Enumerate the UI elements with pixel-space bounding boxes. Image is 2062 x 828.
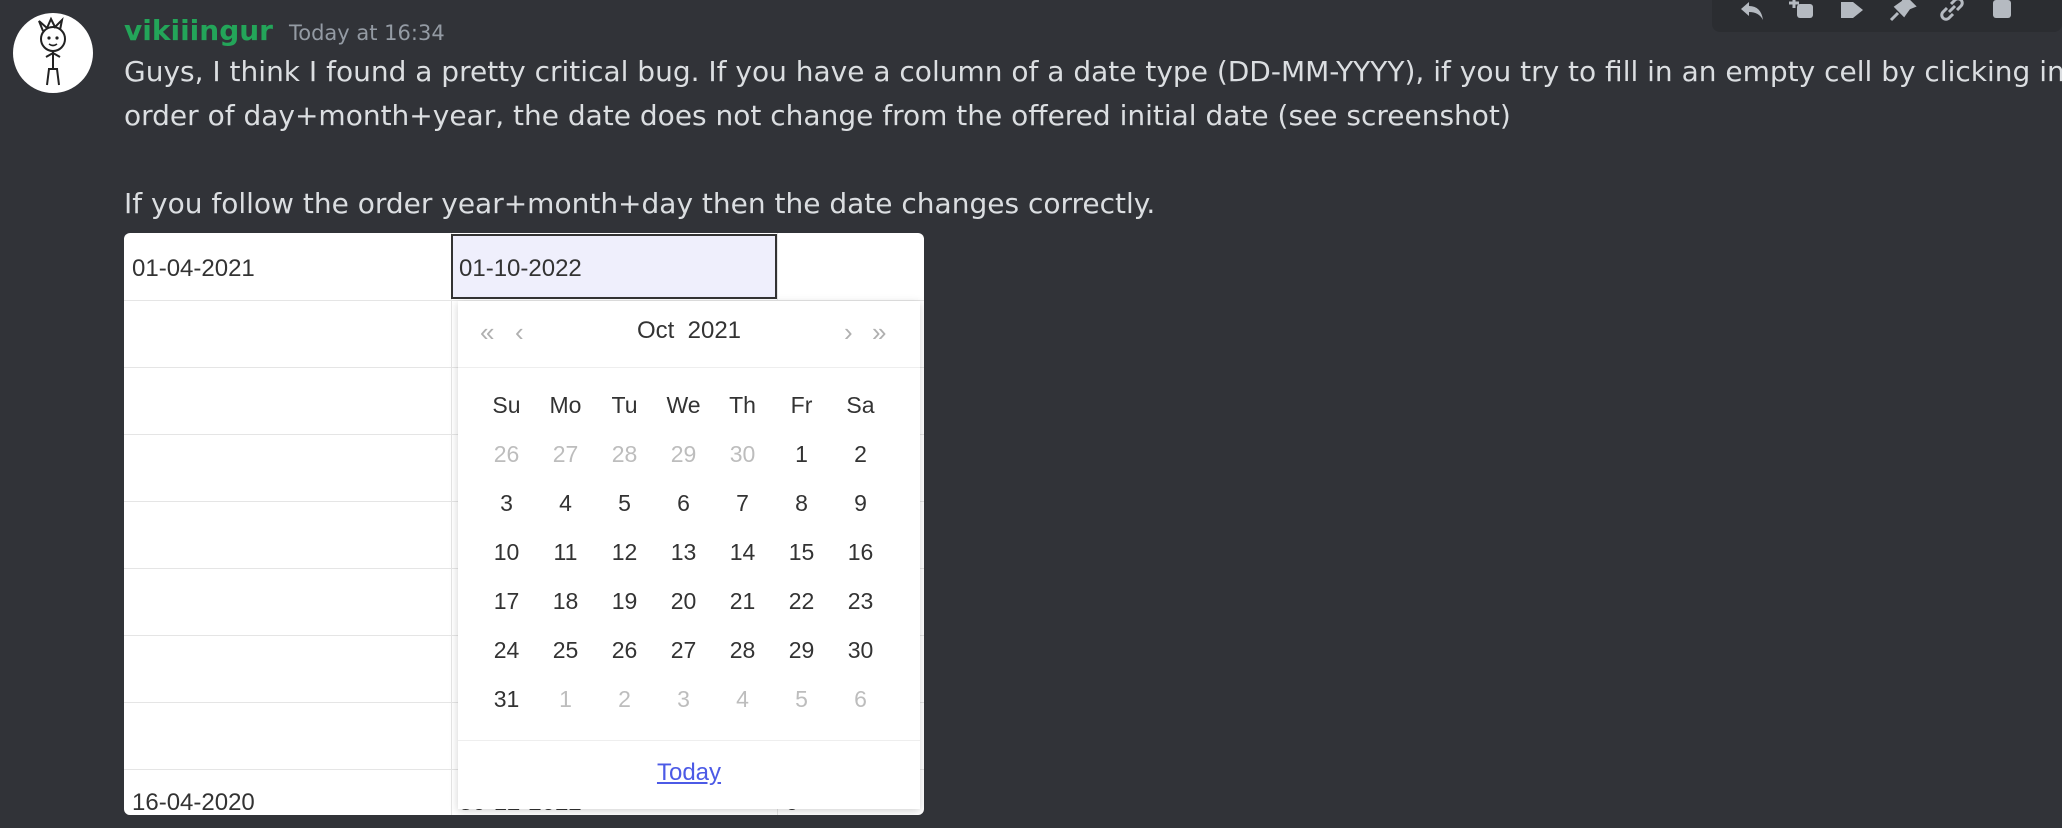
weekday-header: Sa (846, 392, 875, 418)
message-text-line-3: If you follow the order year+month+day t… (124, 187, 1156, 220)
calendar-day: 6 (677, 490, 690, 516)
pin-icon[interactable] (1884, 0, 1920, 27)
reply-icon[interactable] (1734, 0, 1770, 27)
tag-icon[interactable] (1834, 0, 1870, 27)
calendar-day: 30 (847, 637, 874, 663)
calendar-header: « ‹ Oct 2021 › » (458, 301, 920, 368)
weekday-header: Tu (611, 392, 638, 418)
calendar-day: 2 (854, 441, 867, 467)
calendar-day: 12 (611, 539, 638, 565)
table-cell-date: 16-04-2020 (132, 789, 255, 815)
weekday-header: Mo (549, 392, 582, 418)
calendar-day: 26 (611, 637, 638, 663)
calendar-day-other-month: 6 (854, 686, 867, 712)
calendar-day-other-month: 26 (493, 441, 520, 467)
calendar-footer: Today (458, 740, 920, 810)
calendar-day-other-month: 5 (795, 686, 808, 712)
calendar-day: 25 (552, 637, 579, 663)
table-cell-date: 01-04-2021 (132, 255, 255, 282)
calendar-day: 8 (795, 490, 808, 516)
today-link: Today (656, 759, 722, 786)
calendar-day-other-month: 29 (670, 441, 697, 467)
next-year-icon: » (872, 317, 887, 347)
calendar-day: 20 (670, 588, 697, 614)
calendar-day: 1 (795, 441, 808, 467)
timestamp[interactable]: Today at 16:34 (289, 21, 445, 45)
calendar-day: 5 (618, 490, 631, 516)
weekday-header: Su (492, 392, 521, 418)
image-attachment[interactable]: 01-04-2021 01-10-2022 16-04-2020 30-12-2… (124, 233, 924, 815)
message-header: vikiiingur Today at 16:34 (124, 14, 445, 50)
calendar-day: 10 (493, 539, 520, 565)
calendar-day: 9 (854, 490, 867, 516)
calendar-grid: Su Mo Tu We Th Fr Sa 26 27 28 29 30 1 2 3 4 5 6 7 8 9 10 11 12 1… (477, 381, 890, 724)
next-month-icon: › (844, 317, 853, 347)
calendar-day-other-month: 28 (611, 441, 638, 467)
date-picker-popup: « ‹ Oct 2021 › » Su Mo Tu We Th Fr Sa 26 27 28 29 3… (458, 301, 920, 809)
calendar-month: Oct (636, 317, 675, 344)
calendar-day: 14 (729, 539, 756, 565)
message-text-line-2: order of day+month+year, the date does n… (124, 99, 1511, 132)
avatar[interactable] (13, 13, 93, 93)
add-reaction-icon[interactable] (1784, 0, 1820, 27)
calendar-day: 21 (729, 588, 756, 614)
calendar-day-other-month: 3 (677, 686, 690, 712)
weekday-header: Fr (790, 392, 813, 418)
calendar-day: 28 (729, 637, 756, 663)
calendar-day-other-month: 30 (729, 441, 756, 467)
column-divider (451, 233, 452, 815)
calendar-day: 22 (788, 588, 815, 614)
calendar-day: 7 (736, 490, 749, 516)
more-icon[interactable] (1984, 0, 2020, 27)
weekday-header: Th (729, 392, 756, 418)
calendar-day: 15 (788, 539, 815, 565)
calendar-day: 23 (847, 588, 874, 614)
calendar-day: 11 (553, 539, 578, 565)
calendar-day-other-month: 27 (552, 441, 579, 467)
calendar-day-other-month: 4 (736, 686, 749, 712)
calendar-day: 29 (788, 637, 815, 663)
table-cell-date-editing: 01-10-2022 (459, 255, 582, 282)
message-actions-toolbar (1712, 0, 2062, 32)
calendar-year: 2021 (687, 317, 742, 344)
calendar-day: 4 (559, 490, 572, 516)
calendar-day: 31 (493, 686, 520, 712)
link-icon[interactable] (1934, 0, 1970, 27)
calendar-day: 18 (552, 588, 579, 614)
calendar-day-other-month: 2 (618, 686, 631, 712)
username[interactable]: vikiiingur (124, 14, 273, 47)
calendar-day: 27 (670, 637, 697, 663)
weekday-header: We (666, 392, 701, 418)
calendar-day: 3 (500, 490, 513, 516)
calendar-day: 13 (670, 539, 697, 565)
calendar-day: 24 (493, 637, 520, 663)
stick-figure-avatar-icon (38, 16, 66, 86)
calendar-day: 16 (847, 539, 874, 565)
message-text-line-1: Guys, I think I found a pretty critical … (124, 55, 2062, 88)
calendar-day: 17 (493, 588, 520, 614)
calendar-day: 19 (611, 588, 638, 614)
calendar-day-other-month: 1 (559, 686, 572, 712)
